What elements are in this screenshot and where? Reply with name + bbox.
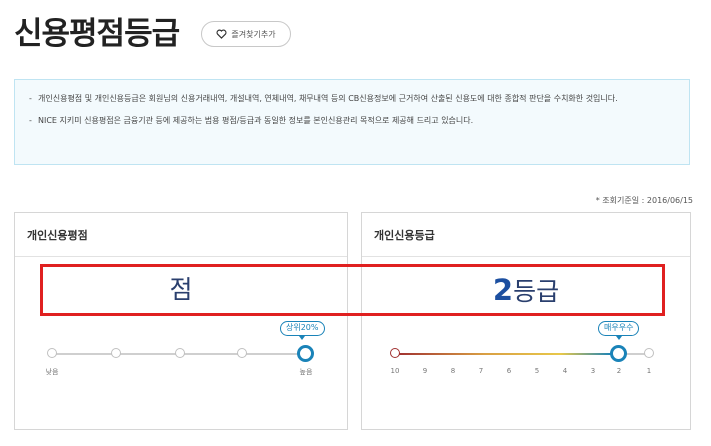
grade-tick-label: 6 [506, 367, 512, 375]
score-low-label: 낮음 [45, 368, 59, 376]
notice-box: - 개인신용평점 및 개인신용등급은 회원님의 신용거래내역, 개설내역, 연체… [14, 79, 690, 165]
add-favorite-label: 즐겨찾기추가 [231, 29, 276, 39]
notice-text: 개인신용평점 및 개인신용등급은 회원님의 신용거래내역, 개설내역, 연체내역… [38, 94, 618, 103]
notice-bullet: - [29, 116, 32, 125]
grade-scale-end-dot [644, 348, 654, 358]
grade-rank-bubble: 매우우수 [598, 321, 640, 340]
credit-grade-card-title: 개인신용등급 [362, 213, 690, 257]
score-high-label: 높음 [299, 368, 313, 376]
notice-bullet: - [29, 94, 32, 103]
score-scale-dot [237, 348, 247, 358]
notice-line: - NICE 지키미 신용평점은 금융기관 등에 제공하는 범용 평점/등급과 … [29, 113, 673, 128]
highlight-box [40, 264, 665, 316]
grade-tick-label: 3 [590, 367, 596, 375]
score-scale-dot [111, 348, 121, 358]
grade-tick-label: 2 [616, 367, 622, 375]
query-date: * 조회기준일 : 2016/06/15 [595, 196, 693, 205]
score-scale-dot [175, 348, 185, 358]
grade-tick-label: 8 [450, 367, 456, 375]
grade-tick-label: 5 [534, 367, 540, 375]
notice-text: NICE 지키미 신용평점은 금융기관 등에 제공하는 범용 평점/등급과 동일… [38, 116, 474, 125]
score-scale-dot [47, 348, 57, 358]
heart-icon [216, 29, 227, 39]
credit-grade-card: 개인신용등급 [361, 212, 691, 430]
grade-tick-label: 1 [646, 367, 652, 375]
page-title: 신용평점등급 [14, 16, 180, 52]
score-scale-active-dot [297, 345, 314, 362]
grade-scale-active-dot [610, 345, 627, 362]
grade-tick-label: 4 [562, 367, 568, 375]
grade-tick-label: 7 [478, 367, 484, 375]
grade-tick-label: 10 [390, 367, 400, 375]
grade-scale-start-dot [390, 348, 400, 358]
add-favorite-button[interactable]: 즐겨찾기추가 [201, 21, 291, 47]
grade-tick-label: 9 [422, 367, 428, 375]
notice-line: - 개인신용평점 및 개인신용등급은 회원님의 신용거래내역, 개설내역, 연체… [29, 91, 673, 106]
credit-score-card-title: 개인신용평점 [15, 213, 347, 257]
score-rank-bubble: 상위20% [280, 321, 325, 340]
